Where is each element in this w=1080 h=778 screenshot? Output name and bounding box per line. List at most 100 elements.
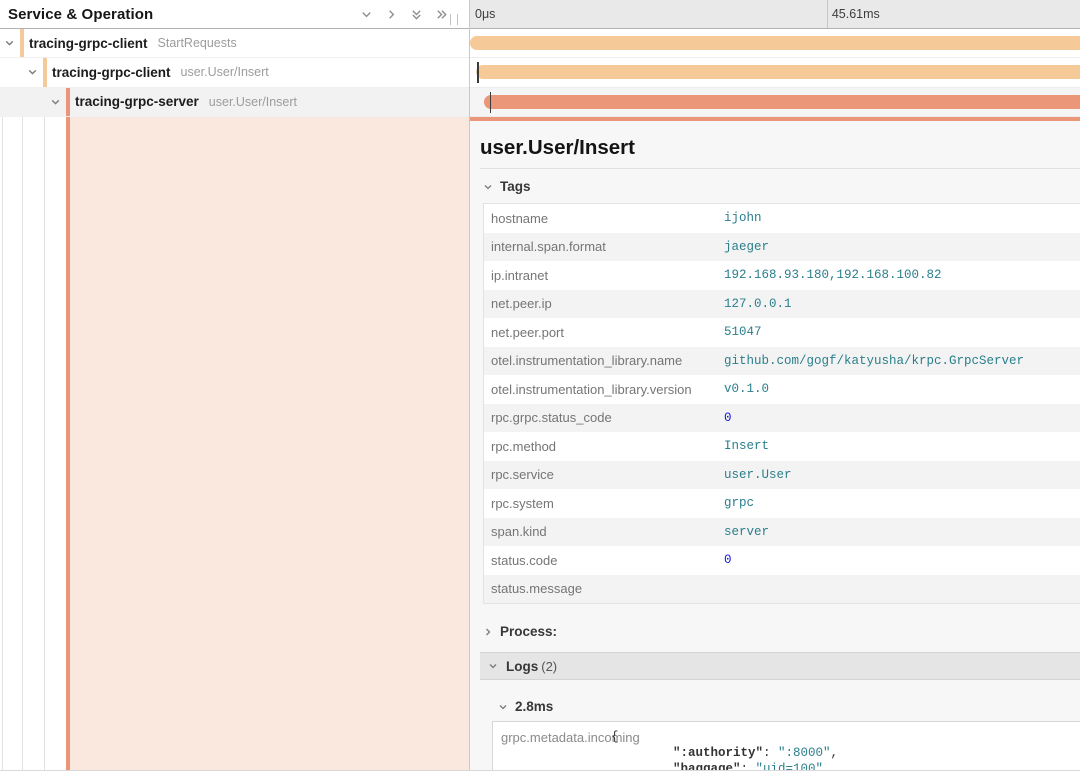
- span-name-list: tracing-grpc-client StartRequests tracin…: [0, 29, 470, 117]
- tag-row: rpc.method Insert: [484, 432, 1080, 461]
- tag-row: span.kind server: [484, 518, 1080, 547]
- service-name: tracing-grpc-server: [75, 94, 199, 109]
- trace-container: Service & Operation: [0, 0, 1080, 771]
- tag-row: rpc.grpc.status_code 0: [484, 404, 1080, 433]
- tag-value: 51047: [724, 325, 1080, 339]
- tag-row: hostname ijohn: [484, 204, 1080, 233]
- tag-value: 0: [724, 411, 1080, 425]
- operation-name: StartRequests: [158, 36, 237, 50]
- tag-value: grpc: [724, 496, 1080, 510]
- span-color-bar: [66, 88, 71, 116]
- span-timeline-row[interactable]: [470, 58, 1080, 87]
- tag-key: rpc.grpc.status_code: [484, 410, 724, 425]
- chevron-down-icon[interactable]: [27, 67, 38, 78]
- tag-key: rpc.system: [484, 496, 724, 511]
- span-timeline-row[interactable]: [470, 29, 1080, 58]
- tags-section-label: Tags: [500, 179, 531, 194]
- tag-row: ip.intranet 192.168.93.180,192.168.100.8…: [484, 261, 1080, 290]
- tag-key: otel.instrumentation_library.name: [484, 353, 724, 368]
- span-duration-bar[interactable]: [470, 36, 1080, 50]
- tag-value: jaeger: [724, 240, 1080, 254]
- process-section-label: Process:: [500, 624, 557, 639]
- span-name-row[interactable]: tracing-grpc-server user.User/Insert: [0, 88, 470, 117]
- chevron-right-icon[interactable]: [384, 7, 398, 21]
- tag-key: net.peer.ip: [484, 296, 724, 311]
- tag-row: net.peer.port 51047: [484, 318, 1080, 347]
- tag-row: internal.span.format jaeger: [484, 233, 1080, 262]
- span-duration-bar[interactable]: [484, 95, 1080, 109]
- ruler-tick-label: 0μs: [475, 7, 495, 21]
- span-bars-list: [470, 29, 1080, 117]
- service-name: tracing-grpc-client: [29, 36, 148, 51]
- logs-count: (2): [541, 659, 557, 674]
- double-chevron-down-icon[interactable]: [409, 7, 423, 21]
- indent-guide: [2, 117, 3, 770]
- log-entry-header[interactable]: 2.8ms: [498, 699, 553, 714]
- log-field-key[interactable]: grpc.metadata.incoming: [501, 730, 640, 745]
- expanded-row-highlight: [70, 117, 470, 770]
- chevron-down-icon: [483, 182, 493, 192]
- logs-section-label: Logs: [506, 659, 538, 674]
- indent-guide: [44, 117, 45, 770]
- chevron-down-icon: [498, 702, 508, 712]
- json-value: "uid=100": [756, 762, 824, 771]
- tag-value: github.com/gogf/katyusha/krpc.GrpcServer: [724, 354, 1080, 368]
- service-operation-header: Service & Operation: [0, 0, 470, 29]
- logs-section-header[interactable]: Logs (2): [480, 652, 1080, 680]
- span-duration-bar[interactable]: [476, 65, 1080, 79]
- chevron-down-icon: [488, 661, 498, 671]
- tags-section-header[interactable]: Tags: [483, 179, 531, 194]
- tag-row: status.code 0: [484, 546, 1080, 575]
- tag-row: status.message: [484, 575, 1080, 604]
- json-line: "baggage": "uid=100",: [673, 762, 831, 771]
- tag-value: server: [724, 525, 1080, 539]
- process-section-header[interactable]: Process:: [483, 624, 557, 639]
- tag-value: user.User: [724, 468, 1080, 482]
- json-key: ":authority": [673, 746, 763, 760]
- ruler-gridline: [827, 0, 828, 28]
- column-resizer-grip[interactable]: [450, 14, 458, 25]
- double-chevron-right-icon[interactable]: [434, 7, 448, 21]
- chevron-right-icon: [483, 627, 493, 637]
- service-name: tracing-grpc-client: [52, 65, 171, 80]
- chevron-down-icon[interactable]: [359, 7, 373, 21]
- chevron-down-icon[interactable]: [4, 38, 15, 49]
- tag-key: net.peer.port: [484, 325, 724, 340]
- span-color-bar: [20, 29, 25, 57]
- tag-row: otel.instrumentation_library.name github…: [484, 347, 1080, 376]
- tag-key: hostname: [484, 211, 724, 226]
- span-timeline-row[interactable]: [470, 88, 1080, 117]
- timeline-column: 0μs 45.61ms user.User/Insert Tags: [470, 0, 1080, 770]
- tag-key: otel.instrumentation_library.version: [484, 382, 724, 397]
- span-detail-panel: user.User/Insert Tags hostname ijohn int…: [470, 117, 1080, 770]
- service-operation-column: Service & Operation: [0, 0, 470, 770]
- json-value: ":8000": [778, 746, 831, 760]
- json-line: ":authority": ":8000",: [673, 746, 838, 760]
- chevron-down-icon[interactable]: [50, 96, 61, 107]
- indent-guide: [22, 117, 23, 770]
- log-marker-tick[interactable]: [477, 62, 479, 83]
- tag-row: rpc.service user.User: [484, 461, 1080, 490]
- tag-key: rpc.method: [484, 439, 724, 454]
- trace-timeline-view: Service & Operation: [0, 0, 1080, 778]
- tag-value: 0: [724, 553, 1080, 567]
- tag-value: Insert: [724, 439, 1080, 453]
- tag-key: rpc.service: [484, 467, 724, 482]
- tag-key: span.kind: [484, 524, 724, 539]
- tag-value: ijohn: [724, 211, 1080, 225]
- tag-row: net.peer.ip 127.0.0.1: [484, 290, 1080, 319]
- tag-row: otel.instrumentation_library.version v0.…: [484, 375, 1080, 404]
- span-color-bar: [43, 58, 48, 86]
- log-marker-tick[interactable]: [490, 92, 492, 113]
- detail-divider: [480, 168, 1080, 169]
- span-name-row[interactable]: tracing-grpc-client user.User/Insert: [0, 58, 470, 87]
- tag-value: 127.0.0.1: [724, 297, 1080, 311]
- span-detail-title: user.User/Insert: [480, 136, 635, 160]
- operation-name: user.User/Insert: [181, 65, 269, 79]
- service-operation-title: Service & Operation: [8, 6, 153, 23]
- ruler-tick-label: 45.61ms: [832, 7, 880, 21]
- tag-key: ip.intranet: [484, 268, 724, 283]
- span-name-row[interactable]: tracing-grpc-client StartRequests: [0, 29, 470, 58]
- log-timestamp: 2.8ms: [515, 699, 553, 714]
- log-fields-box: grpc.metadata.incoming { ":authority": "…: [492, 721, 1080, 770]
